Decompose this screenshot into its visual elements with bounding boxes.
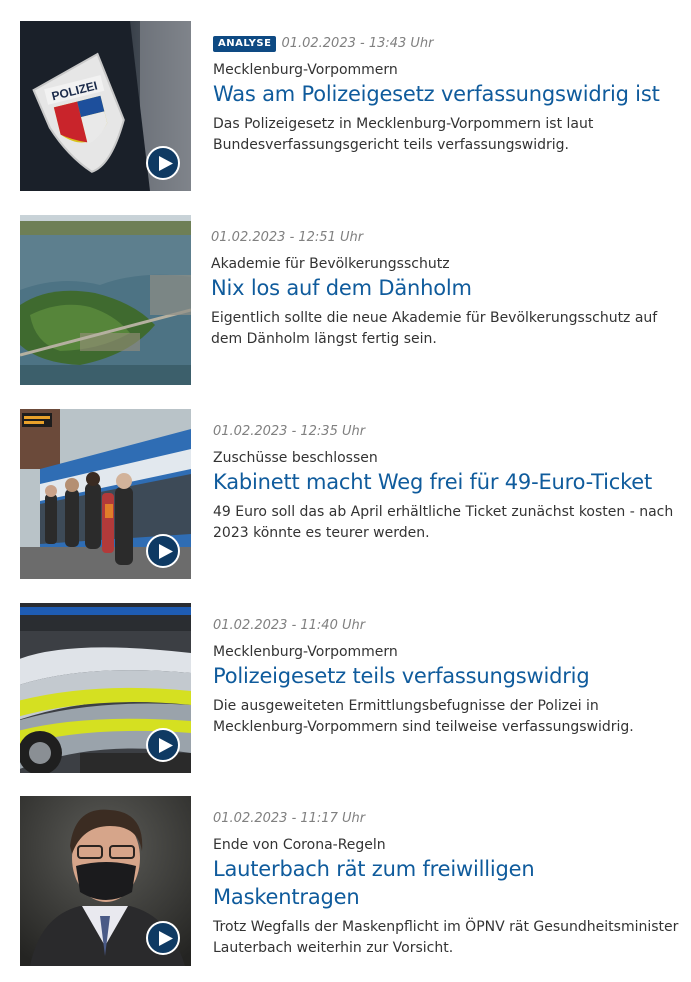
news-teaser[interactable]: 01.02.2023 - 11:40 Uhr Mecklenburg-Vorpo… [20, 603, 680, 775]
news-teaser[interactable]: 01.02.2023 - 12:51 Uhr Akademie für Bevö… [20, 215, 680, 387]
teaser-text-block: 01.02.2023 - 11:40 Uhr Mecklenburg-Vorpo… [213, 617, 683, 738]
teaser-summary: Die ausgeweiteten Ermittlungsbefugnisse … [213, 698, 634, 735]
analysis-badge: ANALYSE [213, 36, 277, 52]
play-icon [159, 738, 173, 753]
play-icon [159, 544, 173, 559]
teaser-date: 01.02.2023 - 12:35 Uhr [213, 424, 366, 439]
teaser-image-lauterbach[interactable] [20, 796, 191, 966]
teaser-image-island[interactable] [20, 215, 191, 385]
teaser-topline: Ende von Corona-Regeln [213, 837, 386, 853]
teaser-topline: Akademie für Bevölkerungsschutz [211, 256, 450, 272]
teaser-headline-link[interactable]: Nix los auf dem Dänholm [211, 274, 681, 302]
play-icon [159, 931, 173, 946]
teaser-topline: Mecklenburg-Vorpommern [213, 644, 398, 660]
aerial-island-image [20, 215, 191, 385]
news-teaser[interactable]: 01.02.2023 - 11:17 Uhr Ende von Corona-R… [20, 796, 680, 968]
teaser-meta: 01.02.2023 - 11:17 Uhr [213, 810, 683, 828]
teaser-text-block: 01.02.2023 - 12:51 Uhr Akademie für Bevö… [211, 229, 681, 350]
teaser-headline-link[interactable]: Kabinett macht Weg frei für 49-Euro-Tick… [213, 468, 683, 496]
video-play-button[interactable] [146, 146, 180, 180]
video-play-button[interactable] [146, 921, 180, 955]
news-teaser[interactable]: POLIZEI ANALYSE 01.02.2023 - 13:43 Uhr Me… [20, 21, 680, 193]
teaser-text-block: 01.02.2023 - 12:35 Uhr Zuschüsse beschlo… [213, 423, 683, 544]
play-icon [159, 156, 173, 171]
teaser-meta: ANALYSE 01.02.2023 - 13:43 Uhr [213, 35, 683, 53]
teaser-headline-link[interactable]: Was am Polizeigesetz verfassungswidrig i… [213, 80, 683, 108]
teaser-image-police-cars[interactable] [20, 603, 191, 773]
teaser-date: 01.02.2023 - 11:40 Uhr [213, 618, 366, 633]
teaser-topline: Mecklenburg-Vorpommern [213, 62, 398, 78]
teaser-topline: Zuschüsse beschlossen [213, 450, 378, 466]
teaser-date: 01.02.2023 - 13:43 Uhr [281, 36, 434, 51]
teaser-meta: 01.02.2023 - 12:35 Uhr [213, 423, 683, 441]
teaser-meta: 01.02.2023 - 11:40 Uhr [213, 617, 683, 635]
teaser-image-tram[interactable] [20, 409, 191, 579]
teaser-text-block: 01.02.2023 - 11:17 Uhr Ende von Corona-R… [213, 810, 683, 959]
teaser-meta: 01.02.2023 - 12:51 Uhr [211, 229, 681, 247]
teaser-summary: 49 Euro soll das ab April erhältliche Ti… [213, 504, 674, 541]
teaser-summary: Eigentlich sollte die neue Akademie für … [211, 310, 658, 347]
video-play-button[interactable] [146, 534, 180, 568]
teaser-text-block: ANALYSE 01.02.2023 - 13:43 Uhr Mecklenbur… [213, 35, 683, 156]
news-teaser[interactable]: 01.02.2023 - 12:35 Uhr Zuschüsse beschlo… [20, 409, 680, 581]
teaser-summary: Das Polizeigesetz in Mecklenburg-Vorpomm… [213, 116, 594, 153]
teaser-headline-link[interactable]: Polizeigesetz teils verfassungswidrig [213, 662, 683, 690]
teaser-date: 01.02.2023 - 12:51 Uhr [211, 230, 364, 245]
teaser-image-police-badge[interactable]: POLIZEI [20, 21, 191, 191]
teaser-summary: Trotz Wegfalls der Maskenpflicht im ÖPNV… [213, 919, 679, 956]
video-play-button[interactable] [146, 728, 180, 762]
teaser-date: 01.02.2023 - 11:17 Uhr [213, 811, 366, 826]
teaser-headline-link[interactable]: Lauterbach rät zum freiwilligen Maskentr… [213, 855, 573, 911]
